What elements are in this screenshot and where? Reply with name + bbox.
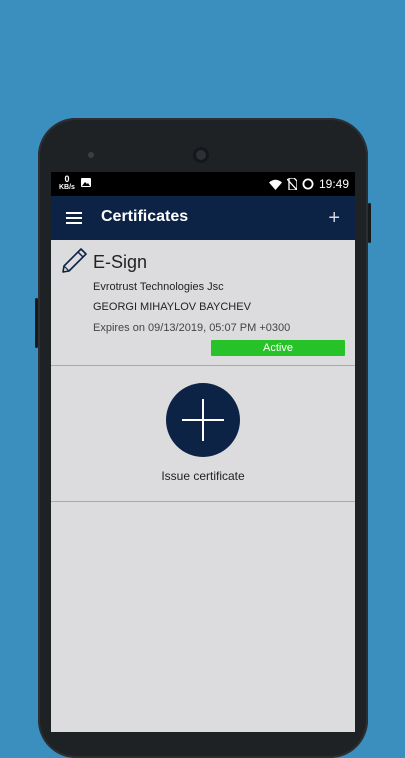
certificate-holder: GEORGI MIHAYLOV BAYCHEV — [93, 301, 251, 313]
phone-frame: 0 KB/s 19:49 Certificates + E-Sign Evrot… — [35, 118, 371, 758]
status-badge: Active — [211, 340, 345, 356]
issue-certificate-section: Issue certificate — [51, 366, 355, 502]
net-speed-unit: KB/s — [59, 184, 75, 191]
certificate-card[interactable]: E-Sign Evrotrust Technologies Jsc GEORGI… — [51, 240, 355, 366]
front-camera — [193, 147, 209, 163]
image-icon — [80, 178, 91, 187]
no-sim-icon — [286, 178, 297, 190]
wifi-icon — [268, 179, 282, 190]
net-speed-value: 0 — [64, 174, 70, 184]
volume-button — [35, 298, 38, 348]
front-sensor — [88, 152, 94, 158]
app-bar: Certificates + — [51, 196, 355, 240]
status-bar: 0 KB/s 19:49 — [51, 172, 355, 196]
menu-icon[interactable] — [66, 212, 82, 224]
screen: 0 KB/s 19:49 Certificates + E-Sign Evrot… — [51, 172, 355, 732]
clock: 19:49 — [318, 177, 349, 191]
status-right: 19:49 — [268, 177, 349, 191]
certificate-expiry: Expires on 09/13/2019, 05:07 PM +0300 — [93, 322, 291, 334]
page-title: Certificates — [101, 208, 189, 225]
issue-certificate-button[interactable] — [166, 383, 240, 457]
pen-icon — [62, 248, 87, 273]
power-button — [368, 203, 371, 243]
add-icon[interactable]: + — [328, 207, 340, 230]
certificate-type: E-Sign — [93, 252, 148, 272]
circle-status-icon — [302, 178, 314, 190]
issue-certificate-label[interactable]: Issue certificate — [51, 469, 355, 483]
certificate-issuer: Evrotrust Technologies Jsc — [93, 281, 224, 293]
net-speed-indicator: 0 KB/s — [59, 174, 75, 192]
status-left: 0 KB/s — [59, 175, 91, 191]
